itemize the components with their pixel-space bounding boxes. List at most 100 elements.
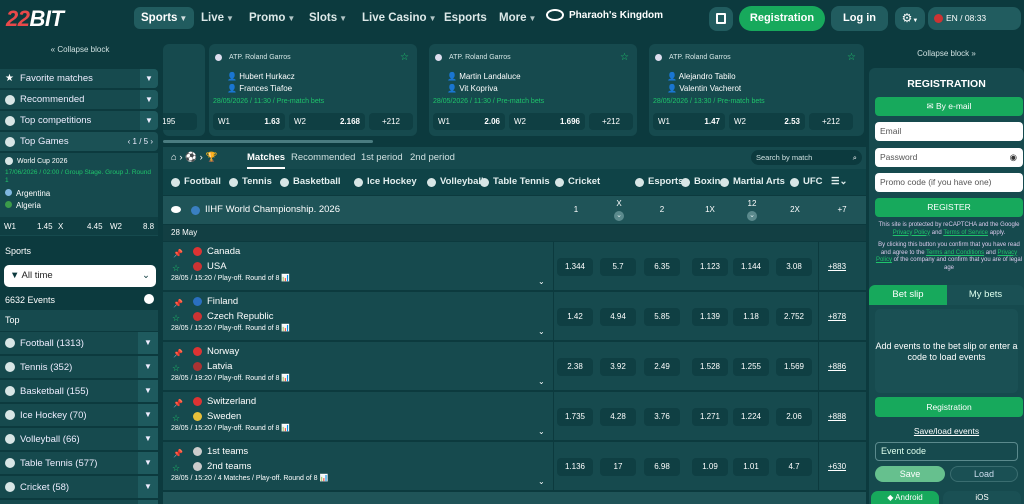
password-field[interactable]: Password ◉	[875, 148, 1023, 167]
sport-filter[interactable]: Volleyball	[427, 169, 484, 195]
save-load-events-link[interactable]: Save/load events	[869, 426, 1024, 436]
odd-button[interactable]: 4.28	[600, 408, 636, 426]
sport-filter[interactable]: Ice Hockey	[354, 169, 417, 195]
sport-item[interactable]: Tennis (352) ▼	[0, 356, 158, 379]
sport-filter[interactable]: Table Tennis	[480, 169, 550, 195]
nav-live-casino[interactable]: Live Casino ▼	[355, 7, 443, 29]
menu-favorite-matches[interactable]: ★ Favorite matches ▼	[0, 69, 158, 88]
odd-value[interactable]: 1.45	[37, 222, 53, 231]
star-icon[interactable]: ☆	[172, 313, 180, 324]
tab-bet-slip[interactable]: Bet slip	[869, 285, 947, 305]
odd-button[interactable]: 5.7	[600, 258, 636, 276]
android-app-button[interactable]: ◆ Android	[871, 491, 939, 504]
menu-recommended[interactable]: Recommended ▼	[0, 90, 158, 109]
odd-button[interactable]: 17	[600, 458, 636, 476]
chevron-down-icon[interactable]: ⌄	[747, 211, 757, 221]
chevron-down-icon[interactable]: ⌄	[538, 427, 545, 436]
odd-button[interactable]: 4.7	[776, 458, 812, 476]
privacy-policy-link[interactable]: Privacy Policy	[893, 230, 930, 236]
stats-icon[interactable]: 📊	[281, 375, 290, 382]
odd-button[interactable]: 4.94	[600, 308, 636, 326]
language-time-selector[interactable]: EN / 08:33	[928, 7, 1021, 30]
top-game-card[interactable]: World Cup 2026 17/06/2026 / 02:00 / Grou…	[0, 153, 158, 236]
event-row[interactable]: 📌 ☆ Finland Czech Republic 28/05 / 15:20 / P…	[163, 292, 866, 341]
odd-button[interactable]: 1.569	[776, 358, 812, 376]
home-icon[interactable]: ⌂ › ⚽ › 🏆	[171, 147, 217, 169]
search-input[interactable]: Search by match ⌕	[751, 150, 862, 165]
chevron-down-icon[interactable]: ⌄	[538, 277, 545, 286]
top-match-card[interactable]: ATP. Roland Garros ☆ 👤 Martin Landaluce …	[429, 44, 637, 136]
event-row[interactable]: 📌 ☆ Canada USA 28/05 / 15:20 / Play-off. Rou…	[163, 242, 866, 291]
championship-header[interactable]: IIHF World Championship. 2026 1 X ⌄ 2 1X…	[163, 196, 866, 224]
nav-live[interactable]: Live ▼	[194, 7, 241, 29]
top-match-card-partial[interactable]: 195	[163, 44, 205, 136]
odd-w2[interactable]: W2 2.53	[729, 113, 805, 130]
more-markets-link[interactable]: +630	[828, 462, 846, 471]
sport-item[interactable]: Table Tennis (577) ▼	[0, 452, 158, 475]
tab-my-bets[interactable]: My bets	[947, 285, 1024, 305]
odd-button[interactable]: 3.08	[776, 258, 812, 276]
pin-icon[interactable]: 📌	[173, 399, 183, 408]
odd-w1[interactable]: W1 1.63	[213, 113, 285, 130]
event-code-field[interactable]: Event code	[875, 442, 1018, 461]
pin-icon[interactable]: 📌	[173, 449, 183, 458]
collapse-left-button[interactable]: « Collapse block	[0, 45, 160, 54]
sport-item[interactable]: Basketball (155) ▼	[0, 380, 158, 403]
menu-icon[interactable]: ☰⌄	[831, 169, 847, 195]
pie-chart-icon[interactable]	[144, 294, 154, 304]
stats-icon[interactable]: 📊	[281, 275, 290, 282]
star-icon[interactable]: ☆	[172, 263, 180, 274]
nav-slots[interactable]: Slots ▼	[302, 7, 354, 29]
stats-icon[interactable]: 📊	[281, 325, 290, 332]
odd-button[interactable]: 1.528	[692, 358, 728, 376]
promo-pharaohs-kingdom[interactable]: Pharaoh's Kingdom	[546, 9, 663, 21]
odd-w1[interactable]: W1 2.06	[433, 113, 505, 130]
sport-filter[interactable]: Basketball	[280, 169, 341, 195]
sport-item[interactable]: Football (1313) ▼	[0, 332, 158, 355]
top-match-card[interactable]: ATP. Roland Garros ☆ 👤 Alejandro Tabilo …	[649, 44, 864, 136]
nav-more[interactable]: More ▼	[492, 7, 543, 29]
register-button[interactable]: REGISTER	[875, 198, 1023, 217]
sport-item[interactable]: Ice Hockey (70) ▼	[0, 404, 158, 427]
more-markets-link[interactable]: +878	[828, 312, 846, 321]
tab-1st-period[interactable]: 1st period	[361, 147, 403, 169]
menu-top-competitions[interactable]: Top competitions ▼	[0, 111, 158, 130]
login-button[interactable]: Log in	[831, 6, 888, 31]
chevron-down-icon[interactable]: ⌄	[538, 327, 545, 336]
odd-value[interactable]: 4.45	[87, 222, 103, 231]
collapse-right-button[interactable]: Collapse block »	[869, 49, 1024, 58]
odd-button[interactable]: 3.92	[600, 358, 636, 376]
bet-slip-registration-button[interactable]: Registration	[875, 397, 1023, 417]
more-markets-button[interactable]: +212	[369, 113, 413, 130]
promo-code-field[interactable]: Promo code (if you have one)	[875, 173, 1023, 192]
save-button[interactable]: Save	[875, 466, 945, 482]
top-games-pager[interactable]: ‹ 1 / 5 ›	[128, 137, 153, 146]
more-markets-button[interactable]: 195	[163, 113, 197, 130]
odd-button[interactable]: 5.85	[644, 308, 680, 326]
gift-button[interactable]	[709, 7, 733, 31]
sport-filter[interactable]: UFC	[790, 169, 823, 195]
odd-button[interactable]: 2.06	[776, 408, 812, 426]
odd-button[interactable]: 2.752	[776, 308, 812, 326]
tab-2nd-period[interactable]: 2nd period	[410, 147, 455, 169]
by-email-tab[interactable]: ✉ By e-mail	[875, 97, 1023, 116]
more-markets-link[interactable]: +886	[828, 362, 846, 371]
next-championship-header[interactable]	[163, 492, 866, 504]
top-match-card[interactable]: ATP. Roland Garros ☆ 👤 Hubert Hurkacz 👤 …	[209, 44, 417, 136]
star-icon[interactable]: ☆	[172, 413, 180, 424]
tab-recommended[interactable]: Recommended	[291, 147, 355, 169]
odd-button[interactable]: 1.139	[692, 308, 728, 326]
terms-conditions-link[interactable]: Terms and Conditions	[926, 250, 984, 256]
sport-item[interactable]: Cricket (58) ▼	[0, 476, 158, 499]
odd-button[interactable]: 6.98	[644, 458, 680, 476]
odd-button[interactable]: 1.271	[692, 408, 728, 426]
more-markets-button[interactable]: +212	[589, 113, 633, 130]
odd-button[interactable]: 1.136	[557, 458, 593, 476]
sport-filter[interactable]: Cricket	[555, 169, 600, 195]
sport-filter[interactable]: Football	[171, 169, 221, 195]
event-row[interactable]: 📌 ☆ Switzerland Sweden 28/05 / 15:20 / Play-…	[163, 392, 866, 441]
odd-button[interactable]: 1.344	[557, 258, 593, 276]
odd-button[interactable]: 1.735	[557, 408, 593, 426]
logo[interactable]: 22BIT	[6, 6, 64, 32]
odd-w2[interactable]: W2 2.168	[289, 113, 365, 130]
